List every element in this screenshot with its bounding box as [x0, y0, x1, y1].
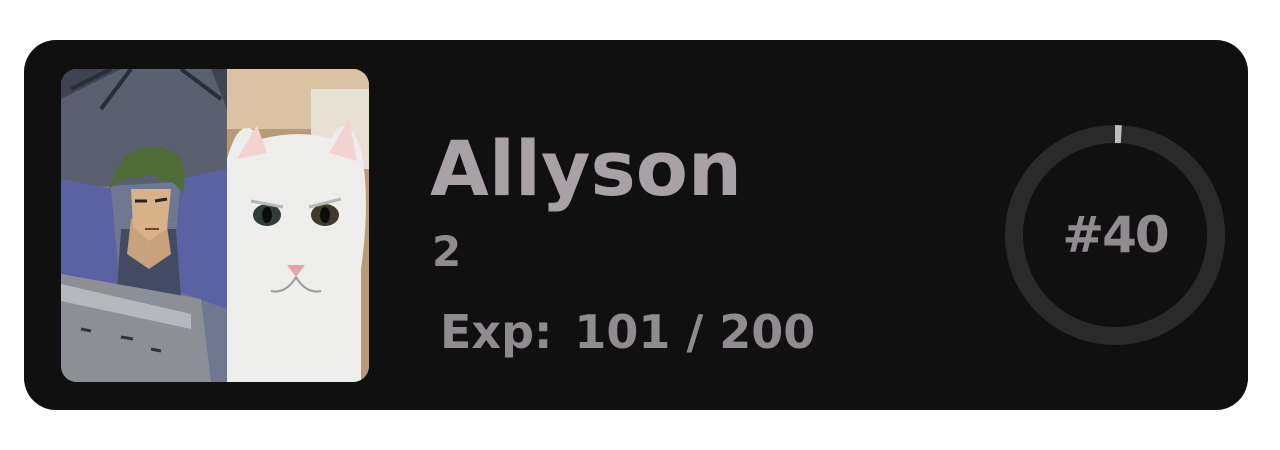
- user-level: 2: [432, 227, 462, 276]
- profile-card: Allyson 2 Exp: 101 / 200 #40: [24, 40, 1248, 410]
- rank-badge: #40: [1062, 206, 1169, 264]
- avatar-image: [61, 69, 369, 382]
- exp-value: 101 / 200: [574, 305, 816, 359]
- exp-readout: Exp: 101 / 200: [440, 304, 815, 360]
- exp-label: Exp:: [440, 305, 553, 359]
- avatar: [61, 69, 369, 382]
- user-name: Allyson: [430, 124, 743, 213]
